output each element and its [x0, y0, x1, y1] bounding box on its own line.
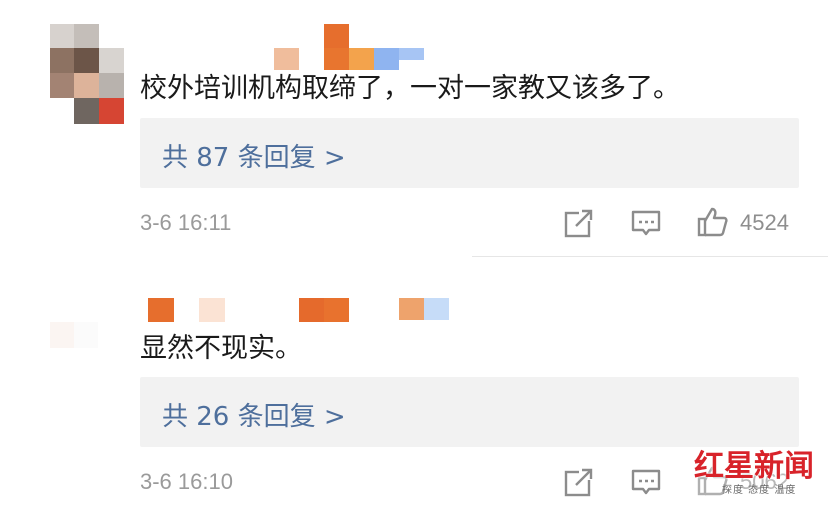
view-replies-link[interactable]: 共 26 条回复 > [162, 396, 346, 433]
like-icon[interactable] [696, 205, 730, 239]
share-icon[interactable] [563, 466, 595, 498]
comment-text: 校外培训机构取缔了，一对一家教又该多了。 [140, 73, 680, 104]
comment-text: 显然不现实。 [140, 333, 302, 364]
reply-thread[interactable]: 共 87 条回复 > [140, 118, 799, 188]
divider [472, 256, 828, 257]
brand-tagline: 探度 态度 温度 [722, 485, 797, 496]
brand-watermark: 红星新闻 探度 态度 温度 [692, 441, 820, 499]
brand-logo: 红星新闻 [694, 449, 814, 484]
timestamp: 3-6 16:11 [140, 210, 232, 235]
view-replies-link[interactable]: 共 87 条回复 > [162, 137, 346, 174]
share-icon[interactable] [563, 207, 595, 239]
like-count: 4524 [740, 210, 789, 235]
comment-icon[interactable] [630, 466, 662, 498]
username[interactable] [148, 298, 450, 322]
avatar[interactable] [50, 24, 124, 124]
timestamp: 3-6 16:10 [140, 469, 233, 494]
avatar[interactable] [50, 322, 98, 348]
reply-thread[interactable]: 共 26 条回复 > [140, 377, 799, 447]
comment-icon[interactable] [630, 207, 662, 239]
username[interactable] [274, 24, 424, 70]
